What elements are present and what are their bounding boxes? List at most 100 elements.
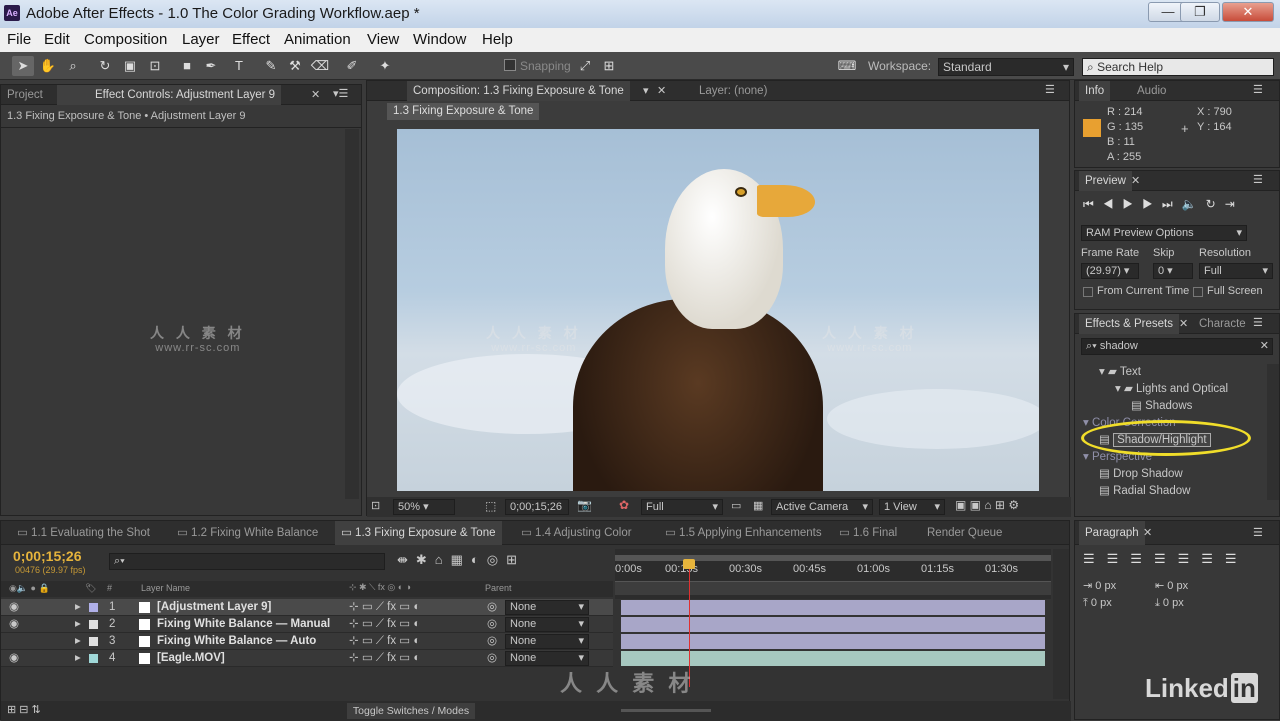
layer-duration-bar[interactable] [621, 600, 1045, 615]
layer-duration-bar[interactable] [621, 634, 1045, 649]
type-tool-icon[interactable]: T [228, 56, 250, 76]
comp-flowchart-icon[interactable]: ⊞ ⊟ ⇅ [7, 703, 41, 716]
effects-panel-menu-icon[interactable]: ☰ [1253, 316, 1263, 329]
timeline-tab[interactable]: ▭ 1.3 Fixing Exposure & Tone [335, 521, 502, 545]
current-time-field[interactable]: 0;00;15;26 [505, 499, 569, 515]
maximize-button[interactable]: ❐ [1180, 2, 1220, 22]
playback-controls[interactable]: ⏮◀▶▶⏭🔈↻⇥ [1083, 197, 1244, 212]
zoom-select[interactable]: 50% ▾ [393, 499, 455, 515]
toggle-pixel-icon[interactable]: ▣ ▣ ⌂ ⊞ ⚙ [955, 498, 1019, 512]
pickwhip-icon[interactable]: ◎ [487, 616, 497, 633]
preview-resolution-select[interactable]: Full ▾ [1199, 263, 1273, 279]
expand-arrow-icon[interactable]: ▸ [75, 633, 81, 650]
pickwhip-icon[interactable]: ◎ [487, 599, 497, 616]
tab-effects-presets[interactable]: Effects & Presets [1079, 314, 1179, 334]
region-of-interest-icon[interactable]: ⬚ [485, 499, 496, 513]
layer-name[interactable]: [Adjustment Layer 9] [157, 599, 271, 616]
layer-switches-icons[interactable]: ⊹ ▭ ⟋ fx ▭ ◐ [349, 616, 420, 633]
tab-project[interactable]: Project [1, 85, 49, 105]
menu-animation[interactable]: Animation [284, 31, 351, 48]
layer-name[interactable]: [Eagle.MOV] [157, 650, 225, 667]
eraser-tool-icon[interactable]: ⌫ [309, 56, 331, 76]
timeline-search-input[interactable]: ⌕▾ [109, 553, 385, 570]
zoom-slider[interactable] [621, 709, 711, 712]
menu-effect[interactable]: Effect [232, 31, 270, 48]
snapping-checkbox[interactable] [504, 59, 516, 71]
full-screen-checkbox[interactable] [1193, 287, 1203, 297]
playhead-handle[interactable] [683, 559, 695, 569]
expand-arrow-icon[interactable]: ▸ [75, 616, 81, 633]
tab-audio[interactable]: Audio [1131, 81, 1172, 101]
comp-viewer[interactable] [397, 129, 1039, 491]
snap-edges-icon[interactable]: ⤢ [574, 56, 596, 76]
camera-select[interactable]: Active Camera ▾ [771, 499, 873, 515]
menu-view[interactable]: View [367, 31, 399, 48]
close-paragraph-icon[interactable]: ✕ [1143, 526, 1152, 539]
close-window-button[interactable]: ✕ [1222, 2, 1274, 22]
tab-preview[interactable]: Preview [1079, 171, 1132, 191]
layer-row[interactable]: ◉ ▸ 4 [Eagle.MOV] ⊹ ▭ ⟋ fx ▭ ◐ ◎ None ▾ [1, 650, 613, 667]
snapshot-icon[interactable]: 📷 [577, 498, 592, 512]
toggle-switches-button[interactable]: Toggle Switches / Modes [347, 703, 475, 719]
playhead[interactable] [689, 561, 690, 687]
menu-file[interactable]: File [7, 31, 31, 48]
ram-preview-select[interactable]: RAM Preview Options ▾ [1081, 225, 1247, 241]
puppet-tool-icon[interactable]: ✦ [374, 56, 396, 76]
workspace-select[interactable]: Standard ▾ [938, 58, 1074, 76]
timeline-timecode[interactable]: 0;00;15;26 [13, 548, 82, 564]
layer-name[interactable]: Fixing White Balance — Manual [157, 616, 330, 633]
layer-row[interactable]: ◉ ▸ 2 Fixing White Balance — Manual ⊹ ▭ ⟋ fx… [1, 616, 613, 633]
menu-help[interactable]: Help [482, 31, 513, 48]
search-help-input[interactable]: ⌕ Search Help [1082, 58, 1274, 76]
effects-tree-item[interactable]: ▾ ▰ Lights and Optical [1075, 381, 1265, 398]
tab-paragraph[interactable]: Paragraph [1079, 521, 1145, 545]
timeline-switches-icons[interactable]: ⇼✱⌂▦◐◎⊞ [397, 552, 525, 568]
expand-arrow-icon[interactable]: ▸ [75, 599, 81, 616]
fast-previews-icon[interactable]: ▭ [731, 499, 741, 512]
layer-name[interactable]: Fixing White Balance — Auto [157, 633, 316, 650]
comp-dropdown-icon[interactable]: ▾ [643, 84, 649, 97]
timeline-tab[interactable]: ▭ 1.5 Applying Enhancements [659, 521, 828, 545]
layer-row[interactable]: ◉ ▸ 1 [Adjustment Layer 9] ⊹ ▭ ⟋ fx ▭ ◐ ◎ None… [1, 599, 613, 616]
effects-search-input[interactable]: ⌕▾ shadow ✕ [1081, 338, 1273, 355]
time-ruler[interactable]: 0:00s 00:15s 00:30s 00:45s 01:00s 01:15s 01:30… [615, 549, 1051, 599]
hand-tool-icon[interactable]: ✋ [37, 56, 59, 76]
pickwhip-icon[interactable]: ◎ [487, 633, 497, 650]
eye-icon[interactable]: ◉ [9, 599, 19, 616]
parent-select[interactable]: None ▾ [505, 651, 589, 666]
skip-select[interactable]: 0 ▾ [1153, 263, 1193, 279]
clone-stamp-tool-icon[interactable]: ⚒ [284, 56, 306, 76]
from-current-time-checkbox[interactable] [1083, 287, 1093, 297]
view-layout-select[interactable]: 1 View ▾ [879, 499, 945, 515]
tab-character[interactable]: Characte [1193, 314, 1252, 334]
alignment-buttons[interactable]: ☰☰☰☰☰☰☰ [1083, 551, 1249, 567]
tab-composition[interactable]: Composition: 1.3 Fixing Exposure & Tone [407, 81, 630, 101]
preview-panel-menu-icon[interactable]: ☰ [1253, 173, 1263, 186]
layer-duration-bar[interactable] [621, 651, 1045, 666]
rotation-tool-icon[interactable]: ↻ [94, 56, 116, 76]
space-before-field[interactable]: ⤒ 0 px [1083, 597, 1112, 610]
parent-select[interactable]: None ▾ [505, 600, 589, 615]
zoom-tool-icon[interactable]: ⌕ [62, 56, 84, 76]
layer-switches-icons[interactable]: ⊹ ▭ ⟋ fx ▭ ◐ [349, 599, 420, 616]
parent-select[interactable]: None ▾ [505, 617, 589, 632]
indent-left-field[interactable]: ⇥ 0 px [1083, 579, 1116, 592]
effects-tree-item[interactable]: ▤ Drop Shadow [1075, 466, 1265, 483]
layer-row[interactable]: ▸ 3 Fixing White Balance — Auto ⊹ ▭ ⟋ fx ▭ … [1, 633, 613, 650]
transparency-grid-icon[interactable]: ▦ [753, 499, 763, 512]
parent-select[interactable]: None ▾ [505, 634, 589, 649]
comp-breadcrumb[interactable]: 1.3 Fixing Exposure & Tone [387, 103, 540, 120]
menu-composition[interactable]: Composition [84, 31, 167, 48]
space-after-field[interactable]: ⤓ 0 px [1155, 597, 1184, 610]
tab-layer[interactable]: Layer: (none) [693, 81, 773, 101]
comp-panel-menu-icon[interactable]: ☰ [1045, 83, 1055, 96]
snap-features-icon[interactable]: ⊞ [598, 56, 620, 76]
panel-menu-icon[interactable]: ▾☰ [333, 87, 348, 100]
effects-scrollbar[interactable] [1267, 364, 1279, 500]
camera-tool-icon[interactable]: ▣ [119, 56, 141, 76]
pickwhip-icon[interactable]: ◎ [487, 650, 497, 667]
eye-icon[interactable]: ◉ [9, 616, 19, 633]
eye-icon[interactable]: ◉ [9, 650, 19, 667]
col-layer-name[interactable]: Layer Name [141, 583, 190, 593]
clear-search-icon[interactable]: ✕ [1260, 339, 1269, 353]
